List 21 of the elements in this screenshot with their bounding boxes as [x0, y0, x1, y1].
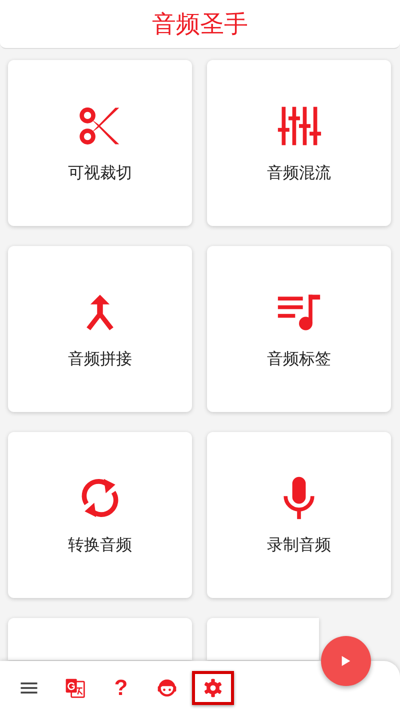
nav-button[interactable] [192, 671, 234, 705]
tool-label: 转换音频 [68, 534, 132, 556]
tool-card[interactable]: 音频混流 [207, 60, 391, 226]
play-floating-button[interactable] [321, 636, 371, 686]
tool-card[interactable]: 音频标签 [207, 246, 391, 412]
tool-label: 可视裁切 [68, 162, 132, 184]
nav-button[interactable]: ? [100, 671, 142, 705]
tool-card[interactable]: 转换音频 [8, 432, 192, 598]
headset-face-icon [156, 677, 178, 699]
help-icon: ? [114, 675, 128, 701]
tool-card[interactable]: 录制音频 [207, 432, 391, 598]
app-title: 音频圣手 [152, 9, 248, 40]
tool-card[interactable]: 音频拼接 [8, 246, 192, 412]
settings-icon [202, 677, 224, 699]
play-icon [341, 655, 351, 667]
tool-label: 音频标签 [267, 348, 331, 370]
tool-card[interactable]: 可视裁切 [8, 60, 192, 226]
tool-label: 录制音频 [267, 534, 331, 556]
tool-label: 音频混流 [267, 162, 331, 184]
translate-icon [64, 677, 86, 699]
tool-label: 音频拼接 [68, 348, 132, 370]
